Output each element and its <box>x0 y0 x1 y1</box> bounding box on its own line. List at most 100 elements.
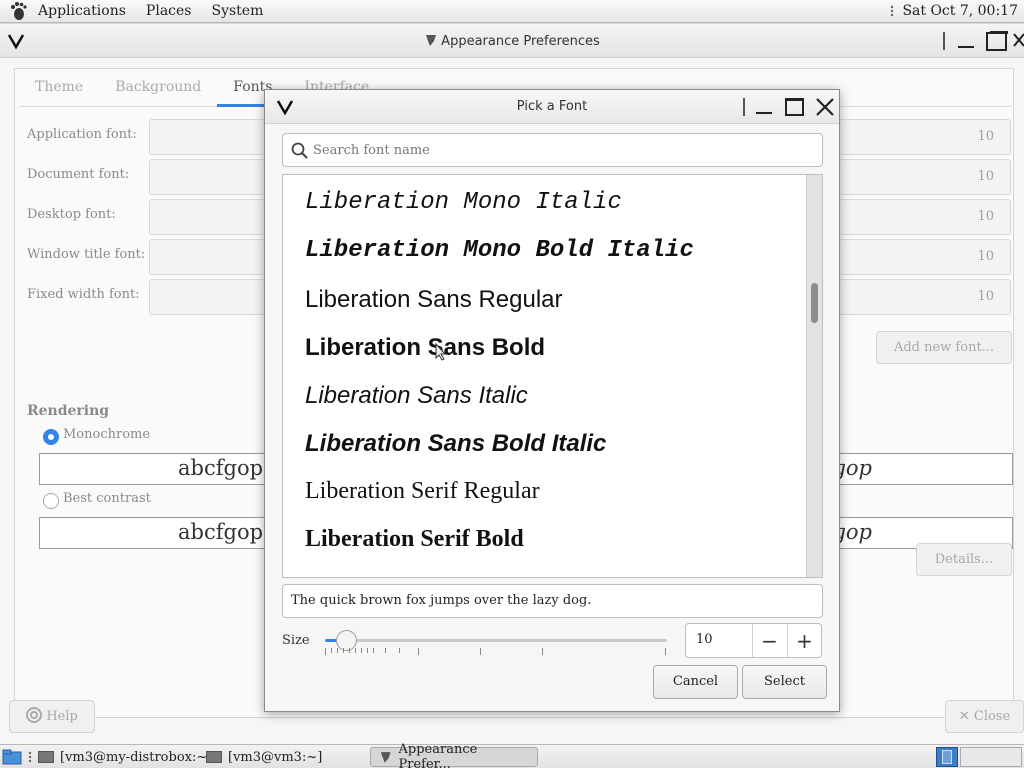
slider-tick <box>418 648 419 655</box>
monochrome-radio[interactable] <box>43 429 59 445</box>
size-decrease-button[interactable]: − <box>752 624 786 657</box>
close-window-icon[interactable] <box>1012 30 1024 52</box>
show-desktop-icon[interactable] <box>2 748 22 766</box>
desktop-font-button[interactable] <box>149 199 265 235</box>
main-window-title-text: Appearance Preferences <box>441 34 600 49</box>
window-title-font-size[interactable]: 10 <box>839 239 1011 275</box>
tab-theme[interactable]: Theme <box>19 69 99 107</box>
slider-tick <box>542 648 543 655</box>
slider-tick <box>480 648 481 655</box>
size-value[interactable]: 10 <box>696 632 713 647</box>
font-list-scrollbar[interactable] <box>806 175 822 577</box>
font-item-liberation-sans-bold[interactable]: Liberation Sans Bold <box>305 334 545 362</box>
fixed-width-font-size[interactable]: 10 <box>839 279 1011 315</box>
application-font-button[interactable] <box>149 119 265 155</box>
size-label: Size <box>282 633 310 648</box>
best-contrast-label: Best contrast <box>63 491 151 506</box>
bottom-taskbar: [vm3@my-distrobox:~] [vm3@vm3:~] Appeara… <box>0 742 1024 768</box>
dialog-close-icon[interactable] <box>814 96 836 118</box>
workspace-window-thumb <box>942 750 952 764</box>
close-button[interactable]: ✕ Close <box>945 700 1024 733</box>
slider-tick <box>399 648 400 653</box>
slider-tick <box>343 648 344 653</box>
details-button[interactable]: Details... <box>916 543 1012 576</box>
add-new-font-button[interactable]: Add new font... <box>876 331 1012 364</box>
font-item-liberation-sans-regular[interactable]: Liberation Sans Regular <box>305 286 563 314</box>
dialog-minimize-icon[interactable] <box>754 98 774 116</box>
dialog-titlebar[interactable]: Pick a Font <box>265 90 839 124</box>
slider-tick <box>361 648 362 653</box>
slider-tick <box>355 648 356 653</box>
maximize-icon[interactable] <box>985 30 1009 52</box>
help-button[interactable]: Help <box>9 700 95 733</box>
document-font-label: Document font: <box>27 167 130 182</box>
titlebar-separator <box>943 32 945 50</box>
task-appearance-preferences[interactable]: Appearance Prefer... <box>370 742 538 768</box>
select-button[interactable]: Select <box>742 665 827 699</box>
scrollbar-thumb[interactable] <box>811 283 818 323</box>
fixed-width-font-label: Fixed width font: <box>27 287 140 302</box>
menu-places[interactable]: Places <box>136 3 202 19</box>
menu-applications[interactable]: Applications <box>28 3 136 19</box>
terminal-icon <box>206 751 222 763</box>
application-font-size[interactable]: 10 <box>839 119 1011 155</box>
workspace-1[interactable] <box>936 747 958 767</box>
size-increase-button[interactable]: + <box>787 624 821 657</box>
task-vm3[interactable]: [vm3@vm3:~] <box>206 747 322 767</box>
task-label: [vm3@my-distrobox:~] <box>60 749 213 765</box>
font-item-liberation-serif-bold[interactable]: Liberation Serif Bold <box>305 526 524 553</box>
fixed-width-font-button[interactable] <box>149 279 265 315</box>
help-button-label: Help <box>46 709 78 724</box>
workspace-2[interactable] <box>960 747 1022 767</box>
help-icon <box>26 707 43 723</box>
rendering-heading: Rendering <box>27 403 110 419</box>
cancel-button[interactable]: Cancel <box>653 665 738 699</box>
task-label: Appearance Prefer... <box>398 742 478 768</box>
top-panel: Applications Places System Sat Oct 7, 00… <box>0 0 1024 23</box>
font-preview-entry[interactable]: The quick brown fox jumps over the lazy … <box>282 584 823 618</box>
size-slider[interactable] <box>325 639 667 642</box>
font-item-liberation-mono-bold-italic[interactable]: Liberation Mono Bold Italic <box>305 237 694 264</box>
slider-tick <box>325 648 326 655</box>
menu-system[interactable]: System <box>201 3 273 19</box>
dialog-titlebar-separator <box>743 98 745 116</box>
font-item-liberation-serif-regular[interactable]: Liberation Serif Regular <box>305 478 540 505</box>
font-search-field[interactable] <box>282 133 823 167</box>
slider-tick <box>331 648 332 653</box>
best-contrast-radio[interactable] <box>43 493 59 509</box>
pick-a-font-dialog: Pick a Font Liberation Mono Italic Liber… <box>264 89 840 712</box>
search-input[interactable] <box>313 140 813 160</box>
document-font-size[interactable]: 10 <box>839 159 1011 195</box>
application-font-label: Application font: <box>27 127 137 142</box>
dialog-title: Pick a Font <box>516 99 588 114</box>
slider-tick <box>367 648 368 653</box>
close-button-label: Close <box>973 709 1011 724</box>
size-slider-knob[interactable] <box>335 630 357 651</box>
close-x-icon: ✕ <box>958 709 970 724</box>
font-item-liberation-sans-italic[interactable]: Liberation Sans Italic <box>305 382 528 410</box>
window-title-font-button[interactable] <box>149 239 265 275</box>
main-titlebar[interactable]: Appearance Preferences <box>0 24 1024 58</box>
main-window-title: Appearance Preferences <box>0 33 1024 49</box>
font-item-liberation-mono-italic[interactable]: Liberation Mono Italic <box>305 189 622 216</box>
desktop-font-size[interactable]: 10 <box>839 199 1011 235</box>
slider-tick <box>385 648 386 653</box>
font-list[interactable]: Liberation Mono Italic Liberation Mono B… <box>282 174 823 578</box>
gnome-foot-icon[interactable] <box>8 1 28 21</box>
clock[interactable]: Sat Oct 7, 00:17 <box>902 3 1018 19</box>
mouse-cursor-icon <box>435 343 447 361</box>
task-my-distrobox[interactable]: [vm3@my-distrobox:~] <box>38 747 212 767</box>
tab-background[interactable]: Background <box>99 69 217 107</box>
document-font-button[interactable] <box>149 159 265 195</box>
taskbar-handle-icon <box>28 751 32 763</box>
separator-handle-icon <box>891 5 894 17</box>
slider-tick <box>373 648 374 653</box>
minimize-icon[interactable] <box>956 32 976 50</box>
dialog-maximize-icon[interactable] <box>784 96 806 118</box>
appearance-app-icon <box>426 35 437 46</box>
slider-tick <box>349 648 350 653</box>
font-item-liberation-sans-bold-italic[interactable]: Liberation Sans Bold Italic <box>305 430 606 458</box>
size-spinbutton[interactable]: 10 − + <box>685 623 822 658</box>
task-label: [vm3@vm3:~] <box>228 749 323 765</box>
monochrome-label: Monochrome <box>63 427 151 442</box>
